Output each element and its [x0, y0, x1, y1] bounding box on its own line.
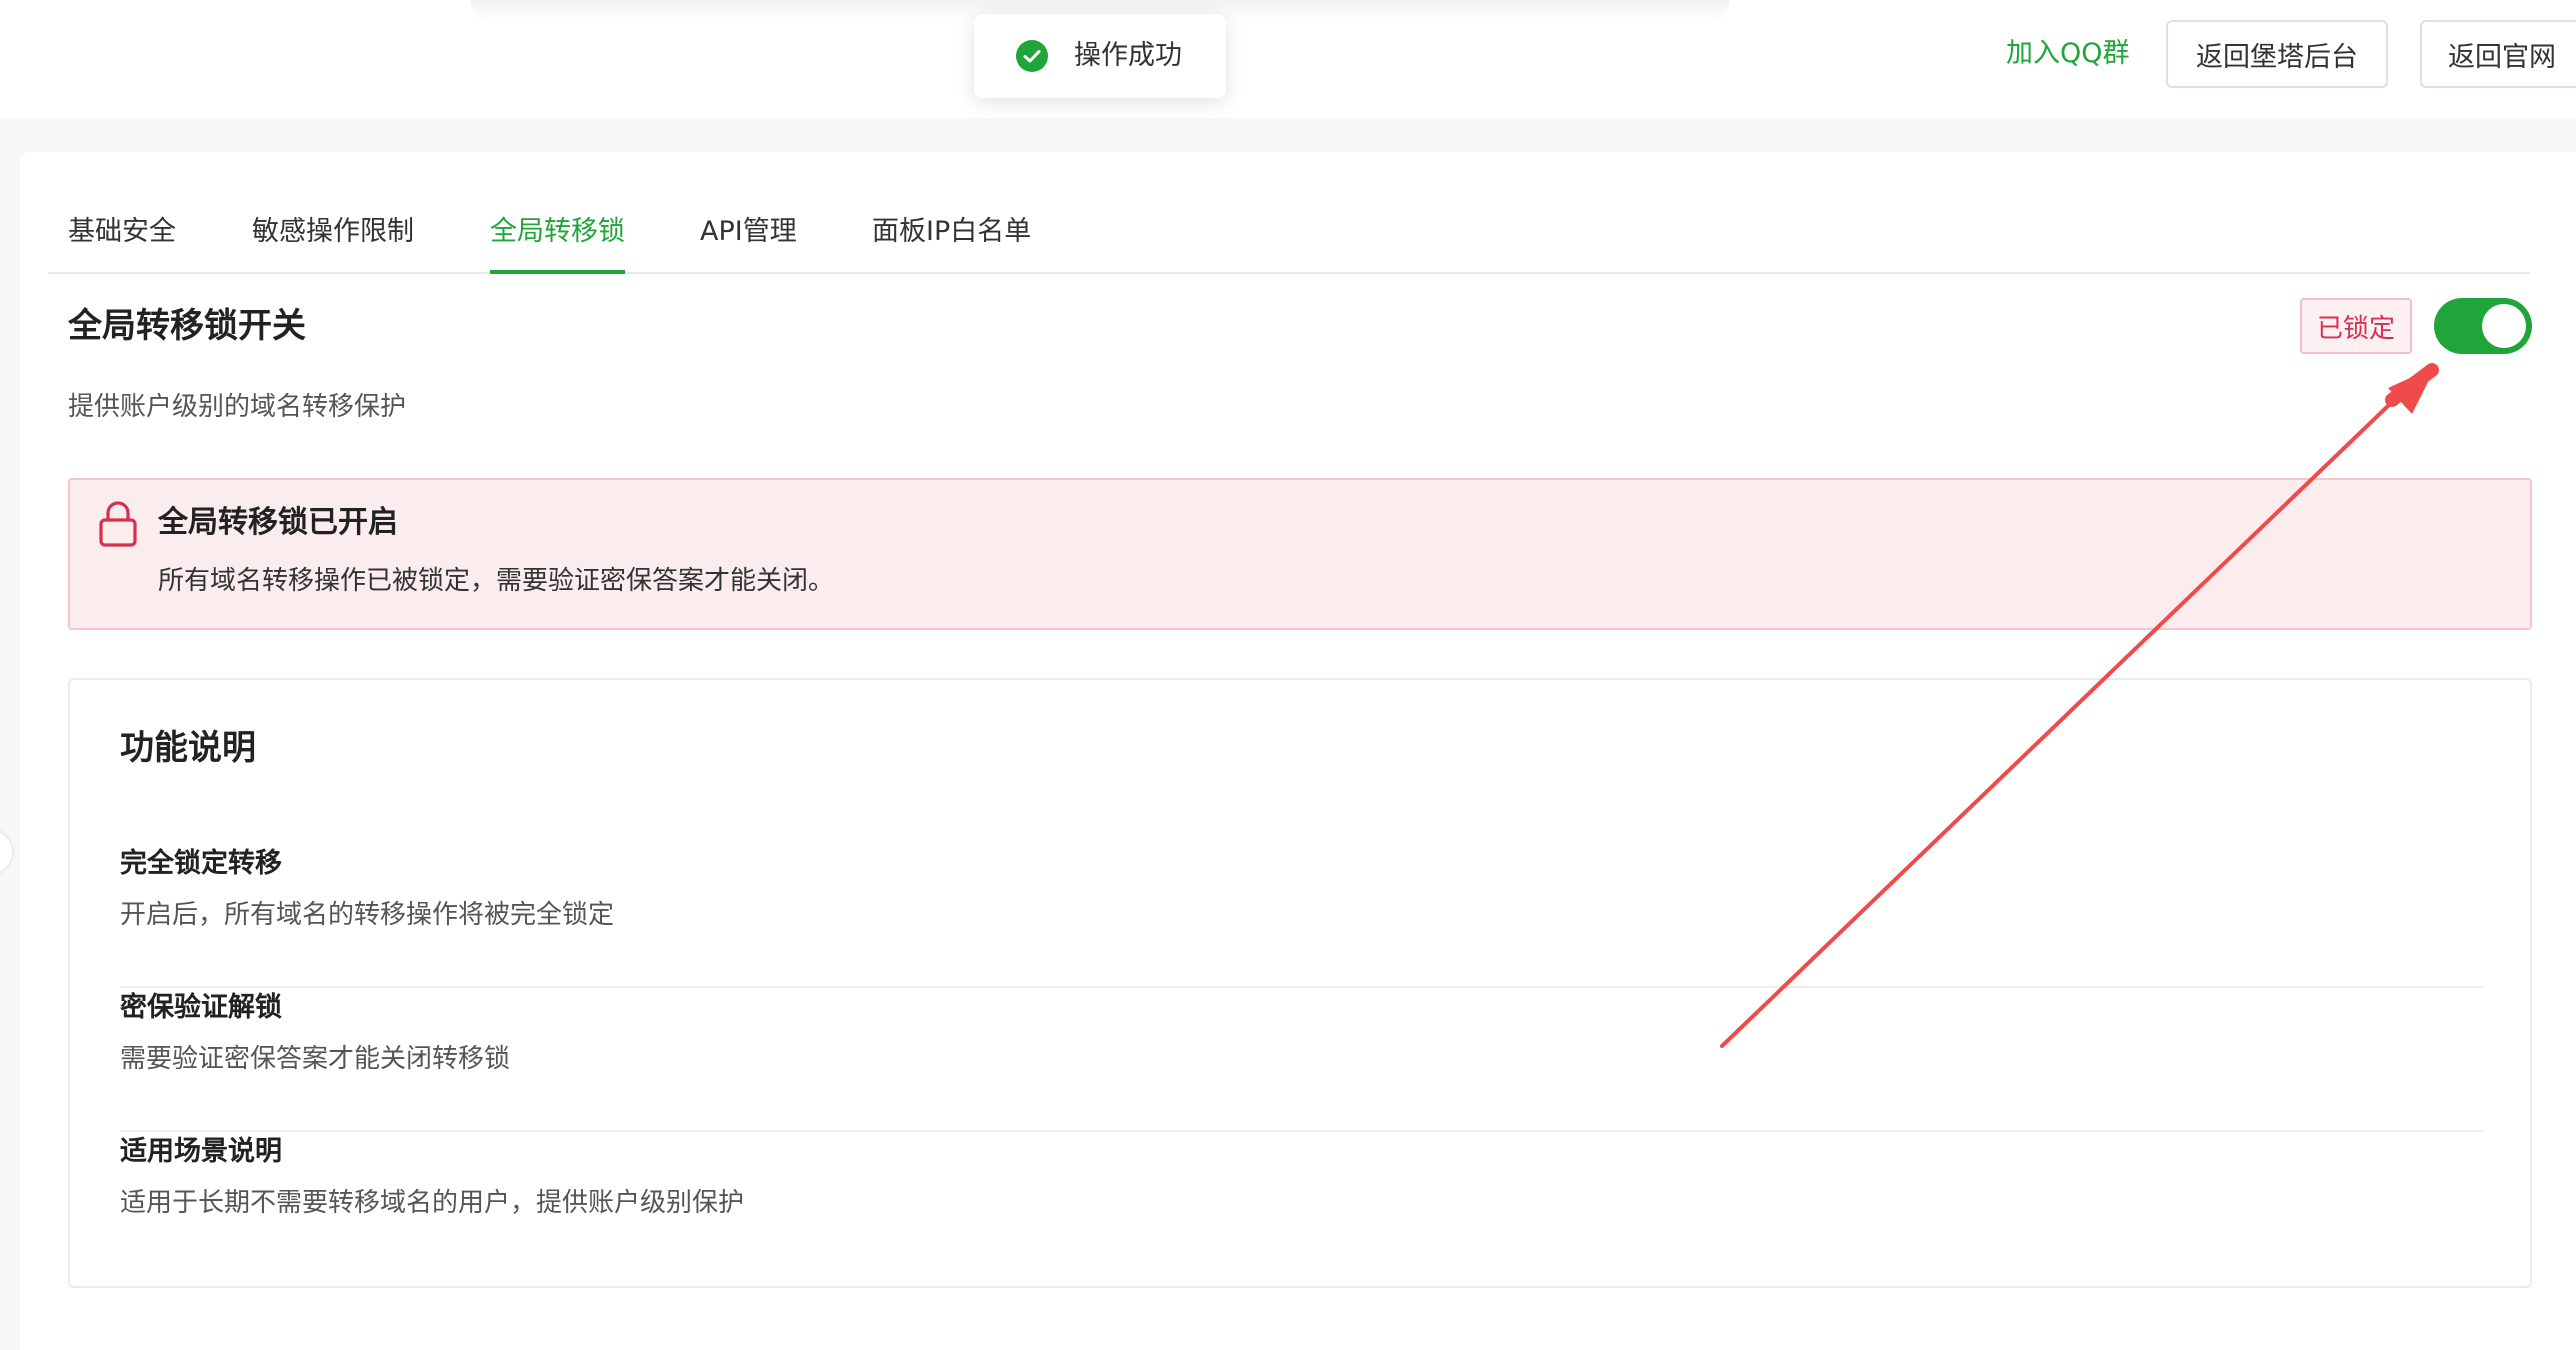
- tab-global-transfer-lock[interactable]: 全局转移锁: [490, 212, 625, 274]
- feature-description-box: 功能说明 完全锁定转移 开启后，所有域名的转移操作将被完全锁定 密保验证解锁 需…: [68, 678, 2532, 1288]
- lock-enabled-alert: 全局转移锁已开启 所有域名转移操作已被锁定，需要验证密保答案才能关闭。: [68, 478, 2532, 630]
- lock-switch-description: 提供账户级别的域名转移保护: [68, 392, 407, 422]
- back-to-panel-button[interactable]: 返回堡塔后台: [2166, 20, 2388, 88]
- transfer-lock-toggle[interactable]: [2434, 298, 2532, 354]
- feature-item-desc: 开启后，所有域名的转移操作将被完全锁定: [120, 900, 615, 930]
- toggle-knob: [2482, 304, 2526, 348]
- alert-title: 全局转移锁已开启: [158, 505, 398, 540]
- back-to-site-button[interactable]: 返回官网: [2420, 20, 2576, 88]
- tab-sensitive-ops[interactable]: 敏感操作限制: [252, 212, 414, 274]
- toast-message: 操作成功: [1074, 40, 1182, 71]
- sidebar-collapse-handle[interactable]: [0, 830, 12, 874]
- tab-basic-security[interactable]: 基础安全: [68, 212, 176, 274]
- feature-item: 适用场景说明 适用于长期不需要转移域名的用户，提供账户级别保护: [120, 1132, 2484, 1276]
- status-badge: 已锁定: [2300, 298, 2412, 354]
- join-qq-group-link[interactable]: 加入QQ群: [2006, 36, 2130, 72]
- tab-panel-ip-whitelist[interactable]: 面板IP白名单: [872, 212, 1031, 274]
- feature-item: 密保验证解锁 需要验证密保答案才能关闭转移锁: [120, 988, 2484, 1132]
- feature-item-desc: 适用于长期不需要转移域名的用户，提供账户级别保护: [120, 1188, 745, 1218]
- lock-switch-title: 全局转移锁开关: [68, 306, 306, 346]
- features-title: 功能说明: [120, 728, 256, 768]
- top-bar: 加入QQ群 返回堡塔后台 返回官网: [0, 0, 2576, 118]
- feature-item-title: 密保验证解锁: [120, 992, 282, 1023]
- lock-icon: [99, 501, 137, 547]
- feature-item-title: 完全锁定转移: [120, 848, 282, 879]
- check-circle-icon: [1016, 40, 1048, 72]
- feature-item: 完全锁定转移 开启后，所有域名的转移操作将被完全锁定: [120, 844, 2484, 988]
- security-tabs: 基础安全 敏感操作限制 全局转移锁 API管理 面板IP白名单: [48, 196, 2530, 274]
- tab-api-management[interactable]: API管理: [700, 212, 797, 274]
- feature-item-desc: 需要验证密保答案才能关闭转移锁: [120, 1044, 511, 1074]
- success-toast: 操作成功: [974, 14, 1226, 98]
- alert-text: 所有域名转移操作已被锁定，需要验证密保答案才能关闭。: [158, 566, 835, 596]
- feature-item-title: 适用场景说明: [120, 1136, 282, 1167]
